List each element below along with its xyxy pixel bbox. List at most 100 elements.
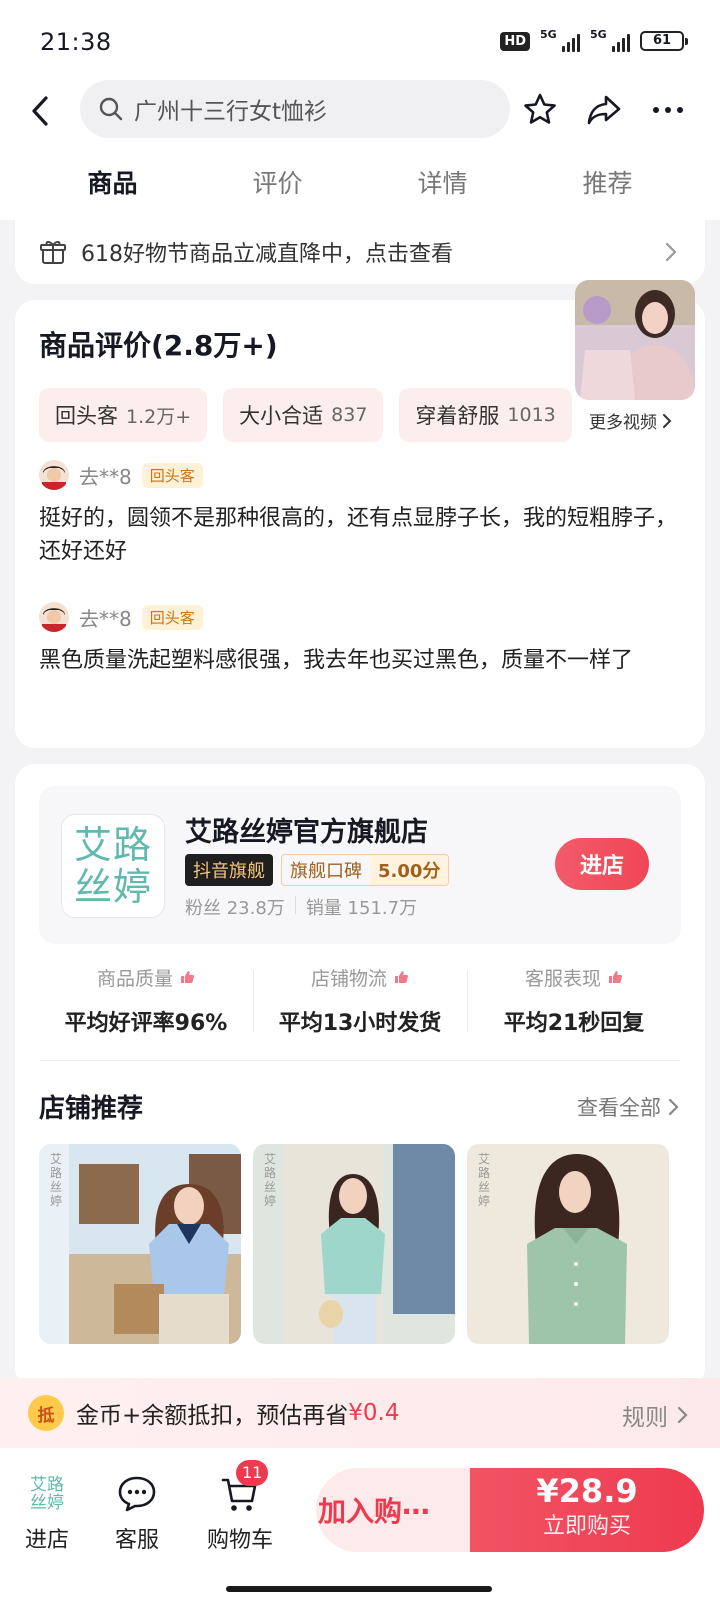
status-time: 21:38 <box>40 28 112 56</box>
buy-now-button[interactable]: ¥28.9 立即购买 <box>470 1468 704 1552</box>
store-tags: 抖音旗舰 旗舰口碑 5.00分 <box>185 854 450 886</box>
star-icon <box>524 93 556 124</box>
favorite-button[interactable] <box>518 88 562 132</box>
search-input[interactable]: 广州十三行女t恤衫 <box>80 80 510 138</box>
share-button[interactable] <box>582 88 626 132</box>
coin-icon: 抵 <box>28 1395 64 1431</box>
thumbs-up-icon <box>609 971 622 983</box>
thumbs-up-icon <box>395 971 408 983</box>
add-to-cart-button[interactable]: 加入购⋯ <box>316 1468 476 1552</box>
returning-customer-badge: 回头客 <box>141 462 203 488</box>
returning-customer-badge: 回头客 <box>141 604 203 630</box>
review-text: 黑色质量洗起塑料感很强，我去年也买过黑色，质量不一样了 <box>39 648 634 673</box>
buy-now-label: 立即购买 <box>542 1514 631 1539</box>
reviewer-name: 去**8 <box>79 606 132 631</box>
reputation-tag: 旗舰口碑 5.00分 <box>281 854 450 886</box>
bottom-action-bar: 艾路 丝婷 进店 客服 11 购物车 加入购⋯ ¥28.9 立即购买 <box>0 1448 720 1602</box>
battery-icon: 61 <box>640 31 688 51</box>
store-name: 艾路丝婷官方旗舰店 <box>185 817 428 848</box>
product-card[interactable]: 艾路丝婷 <box>253 1144 455 1344</box>
hd-icon: HD <box>500 31 530 51</box>
review-tag-chip[interactable]: 大小合适 837 <box>223 388 384 442</box>
store-info[interactable]: 艾路 丝婷 艾路丝婷官方旗舰店 抖音旗舰 旗舰口碑 5.00分 粉丝 23.8万 … <box>39 786 681 944</box>
customer-service-label: 客服 <box>114 1528 159 1553</box>
chevron-right-icon <box>668 1098 679 1116</box>
store-recommend-title: 店铺推荐 <box>39 1094 144 1124</box>
coin-deduction-bar[interactable]: 抵 金币+余额抵扣，预估再省 ¥0.4 规则 <box>0 1378 720 1448</box>
cart-button[interactable]: 11 购物车 <box>196 1460 284 1554</box>
signal-icon-2: 5G <box>590 28 630 52</box>
recommended-products: 艾路丝婷 艾路丝婷 艾 路 丝 婷 <box>39 1144 669 1344</box>
enter-store-button[interactable]: 进店 <box>555 838 649 890</box>
tab-bar: 商品 评价 详情 推荐 <box>0 150 720 220</box>
status-bar: 21:38 HD 5G 5G 61 <box>0 0 720 80</box>
coin-amount: ¥0.4 <box>348 1400 400 1426</box>
review-tag-chip[interactable]: 回头客 1.2万+ <box>39 388 208 442</box>
more-button[interactable] <box>646 88 690 132</box>
store-score: 5.00分 <box>370 855 449 885</box>
price: ¥28.9 <box>536 1472 638 1510</box>
chevron-right-icon <box>677 1406 688 1424</box>
metric-quality: 商品质量 平均好评率96% <box>64 968 228 1036</box>
home-indicator[interactable] <box>226 1586 492 1592</box>
review-tags: 回头客 1.2万+ 大小合适 837 穿着舒服 1013 <box>39 388 574 442</box>
store-card: 艾路 丝婷 艾路丝婷官方旗舰店 抖音旗舰 旗舰口碑 5.00分 粉丝 23.8万 … <box>15 764 705 1388</box>
see-all-label: 查看全部 <box>577 1096 661 1120</box>
more-videos-label: 更多视频 <box>589 413 657 433</box>
store-logo-icon: 艾路 丝婷 <box>30 1475 64 1513</box>
more-icon <box>653 107 683 113</box>
store-stats: 粉丝 23.8万 销量 151.7万 <box>185 894 417 920</box>
coin-text: 金币+余额抵扣，预估再省 <box>76 1403 349 1429</box>
more-videos-link[interactable]: 更多视频 <box>589 408 673 433</box>
tab-reviews[interactable]: 评价 <box>203 150 353 220</box>
store-button[interactable]: 艾路 丝婷 进店 <box>12 1470 82 1554</box>
reviewer-name: 去**8 <box>79 464 132 489</box>
customer-service-button[interactable]: 客服 <box>102 1470 172 1554</box>
search-icon <box>99 97 123 121</box>
chevron-right-icon <box>665 242 677 262</box>
store-metrics: 商品质量 平均好评率96% 店铺物流 平均13小时发货 客服表现 平均21秒回复 <box>39 964 681 1037</box>
review-item[interactable]: 去**8 回头客 挺好的，圆领不是那种很高的，还有点显脖子长，我的短粗脖子，还好… <box>39 458 684 568</box>
chevron-left-icon <box>32 96 48 126</box>
cart-count-badge: 11 <box>236 1460 269 1486</box>
store-button-label: 进店 <box>24 1528 69 1553</box>
tab-product[interactable]: 商品 <box>38 150 188 220</box>
review-item[interactable]: 去**8 回头客 黑色质量洗起塑料感很强，我去年也买过黑色，质量不一样了 <box>39 600 684 677</box>
douyin-flagship-tag: 抖音旗舰 <box>185 854 273 886</box>
thumbs-up-icon <box>181 971 194 983</box>
status-icons: HD 5G 5G 61 <box>500 28 688 52</box>
back-button[interactable] <box>22 88 62 138</box>
cart-label: 购物车 <box>206 1528 273 1553</box>
promo-banner[interactable]: 618好物节商品立减直降中，点击查看 <box>15 220 705 284</box>
reviews-title[interactable]: 商品评价(2.8万+) <box>39 324 278 364</box>
reviews-card: 商品评价(2.8万+) 更多视频 回头客 1.2万+ 大小合适 837 穿着舒服 10… <box>15 280 705 748</box>
tab-details[interactable]: 详情 <box>368 150 518 220</box>
store-logo: 艾路 丝婷 <box>61 814 165 918</box>
avatar <box>39 460 69 490</box>
signal-icon: 5G <box>540 28 580 52</box>
review-text: 挺好的，圆领不是那种很高的，还有点显脖子长，我的短粗脖子，还好还好 <box>39 506 678 564</box>
tab-recommend[interactable]: 推荐 <box>533 150 683 220</box>
chat-icon <box>118 1476 156 1512</box>
metric-service: 客服表现 平均21秒回复 <box>467 964 681 1037</box>
search-placeholder: 广州十三行女t恤衫 <box>134 99 328 125</box>
chevron-right-icon <box>663 413 672 428</box>
divider <box>39 1060 681 1061</box>
video-thumbnail[interactable] <box>575 280 695 400</box>
rules-link[interactable]: 规则 <box>622 1398 690 1432</box>
gift-icon <box>40 241 66 264</box>
watermark-logo: 艾路丝婷 <box>49 1152 62 1208</box>
review-tag-chip[interactable]: 穿着舒服 1013 <box>399 388 572 442</box>
store-fans: 粉丝 23.8万 <box>185 898 285 919</box>
promo-text: 618好物节商品立减直降中，点击查看 <box>81 242 453 267</box>
avatar <box>39 602 69 632</box>
metric-logistics: 店铺物流 平均13小时发货 <box>253 964 467 1037</box>
product-card[interactable]: 艾路丝婷 <box>467 1144 669 1344</box>
see-all-link[interactable]: 查看全部 <box>577 1092 681 1122</box>
top-bar: 广州十三行女t恤衫 <box>0 80 720 150</box>
watermark-logo: 艾路丝婷 <box>263 1152 276 1208</box>
watermark-logo: 艾路丝婷 <box>477 1152 490 1208</box>
share-icon <box>587 95 621 125</box>
product-card[interactable]: 艾路丝婷 <box>39 1144 241 1344</box>
store-sales: 销量 151.7万 <box>305 898 418 919</box>
